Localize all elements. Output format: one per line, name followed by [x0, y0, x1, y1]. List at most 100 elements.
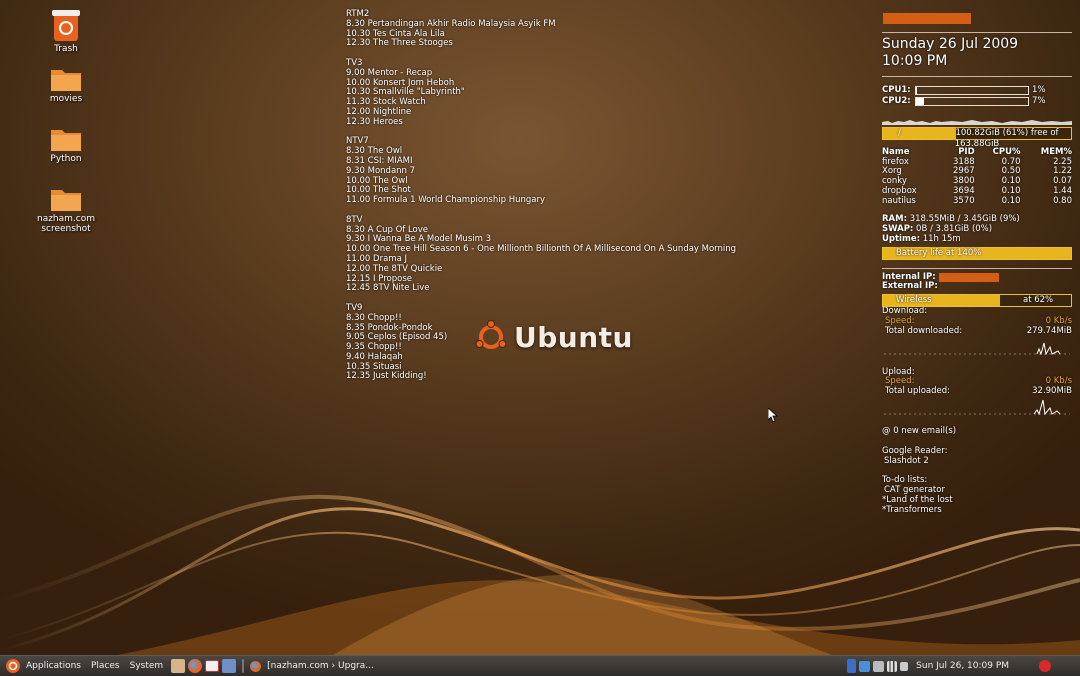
uptime-label: Uptime: — [882, 233, 920, 244]
uptime-row: Uptime: 11h 15m — [882, 233, 1072, 245]
mail-icon[interactable] — [205, 660, 220, 672]
total-uploaded-row: Total uploaded: 32.90MiB — [882, 386, 1072, 397]
battery-text: Battery life at 140% — [896, 247, 982, 258]
divider — [882, 76, 1072, 77]
desktop-icon-trash[interactable]: Trash — [11, 8, 121, 54]
proc-name: nautilus — [882, 195, 916, 206]
cpu1-percent: 1% — [1032, 84, 1046, 95]
desktop-icon-label: Python — [50, 154, 82, 164]
table-row: Xorg 2967 0.50 1.22 — [882, 167, 1072, 177]
desktop-icon-label: movies — [49, 94, 83, 104]
external-ip-label: External IP: — [882, 281, 938, 292]
process-table: Name PID CPU% MEM% firefox 3188 0.70 2.25 X… — [882, 147, 1072, 207]
circle-of-friends-icon — [475, 320, 507, 349]
tv-program: 9.40 Halaqah — [346, 351, 403, 362]
swap-value: 0B / 3.81GiB (0%) — [916, 224, 993, 235]
cpu1-meter-fill — [916, 87, 918, 94]
volume-icon[interactable] — [900, 661, 909, 671]
tv-channel-name: TV9 — [346, 302, 363, 313]
dropbox-icon[interactable] — [859, 660, 871, 672]
total-uploaded-label: Total uploaded: — [885, 386, 950, 397]
cpu1-row: CPU1: 1% — [882, 85, 1072, 96]
menu-system[interactable]: System — [125, 661, 169, 671]
email-count: @ 0 new email(s) — [882, 425, 957, 436]
table-row: nautilus 3570 0.10 0.80 — [882, 195, 1072, 207]
show-desktop-icon[interactable] — [171, 659, 186, 673]
battery-bar: Battery life at 140% — [882, 246, 1072, 260]
todo-item: *Transformers — [882, 504, 942, 515]
tv-program: 12.35 Just Kidding! — [346, 371, 427, 382]
cpu1-meter — [915, 86, 1029, 95]
mouse-cursor-icon — [768, 408, 778, 423]
disk-usage-text: / 100.82GiB (61%) free of 163.88GiB — [883, 128, 1071, 150]
ram-label: RAM: — [882, 214, 907, 225]
ubuntu-wordmark: Ubuntu — [514, 320, 633, 354]
signal-strength-icon[interactable] — [887, 660, 898, 672]
proc-cpu: 0.10 — [1001, 195, 1021, 206]
firefox-window-icon — [250, 660, 262, 672]
ram-value: 318.55MiB / 3.45GiB (9%) — [909, 214, 1020, 225]
uptime-value: 11h 15m — [922, 233, 961, 244]
folder-icon — [51, 70, 81, 91]
upload-graph — [884, 399, 1070, 415]
trash-icon — [52, 10, 80, 41]
cpu2-meter-fill — [916, 98, 924, 105]
folder-icon — [51, 190, 81, 211]
tv-program: 12.30 The Three Stooges — [346, 38, 453, 49]
cpu2-meter — [915, 97, 1029, 106]
conky-monitor: Sunday 26 Jul 2009 10:09 PM CPU1: 1% CPU… — [882, 8, 1072, 516]
swap-label: SWAP: — [882, 224, 914, 235]
cpu-graph — [882, 120, 1072, 125]
tv-channel-group: 8TV 8.30 A Cup Of Love 9.30 I Wanna Be A… — [346, 215, 746, 294]
network-icon[interactable] — [873, 660, 885, 672]
conky-time: 10:09 PM — [882, 53, 948, 69]
divider — [882, 267, 1072, 269]
tv-channel-group: TV3 9.00 Mentor - Recap 10.00 Konsert Jo… — [346, 58, 746, 128]
desktop-icon-label: nazham.com screenshot — [36, 214, 95, 234]
disk-free: 100.82GiB (61%) free of 163.88GiB — [954, 128, 1059, 149]
reader-item: Slashdot 2 — [884, 455, 929, 466]
tv-program: 12.00 Nightline — [346, 106, 412, 117]
folder-icon — [51, 130, 81, 151]
ubuntu-logo: Ubuntu — [474, 320, 633, 354]
total-downloaded-value: 279.74MiB — [1026, 325, 1072, 336]
conky-date: Sunday 26 Jul 2009 — [882, 36, 1019, 52]
tv-program: 12.30 Heroes — [346, 116, 403, 127]
rss-icon[interactable] — [222, 659, 237, 673]
proc-pid: 3570 — [953, 195, 975, 206]
desktop-icon-screenshot[interactable]: nazham.com screenshot — [11, 186, 121, 234]
menu-places[interactable]: Places — [86, 661, 125, 671]
taskbar-clock[interactable]: Sun Jul 26, 10:09 PM — [916, 661, 1009, 671]
total-downloaded-row: Total downloaded: 279.74MiB — [882, 325, 1072, 337]
internal-ip-redacted — [938, 273, 999, 282]
disk-mount: / — [898, 128, 901, 138]
tv-channel-name: NTV7 — [346, 136, 369, 147]
divider — [882, 32, 1072, 33]
tv-program: 11.00 Formula 1 World Championship Hunga… — [346, 195, 546, 206]
firefox-icon[interactable] — [188, 659, 203, 673]
tv-program: 12.45 8TV Nite Live — [346, 283, 430, 294]
cpu1-label: CPU1: — [882, 84, 911, 95]
total-downloaded-label: Total downloaded: — [885, 325, 963, 336]
total-uploaded-value: 32.90MiB — [1032, 386, 1072, 397]
taskbar-window-button[interactable]: [nazham.com › Upgra... — [267, 661, 847, 671]
bluetooth-icon[interactable] — [847, 659, 857, 673]
desktop-icon-movies[interactable]: movies — [11, 66, 121, 104]
download-graph — [884, 342, 1070, 355]
wireless-bar: Wireless at 62% — [882, 294, 1072, 308]
tv-channel-group: RTM2 8.30 Pertandingan Akhir Radio Malay… — [346, 9, 746, 49]
table-row: firefox 3188 0.70 2.25 — [882, 157, 1072, 168]
desktop-icon-python[interactable]: Python — [11, 126, 121, 164]
menu-applications[interactable]: Applications — [21, 661, 86, 671]
cpu2-label: CPU2: — [882, 95, 911, 106]
hostname-redacted — [883, 13, 971, 24]
wireless-label: Wireless — [896, 295, 932, 306]
proc-mem: 0.80 — [1053, 195, 1072, 206]
desktop-icon-label: Trash — [54, 44, 78, 54]
ubuntu-menu-icon[interactable] — [5, 658, 21, 674]
disk-usage-bar: / 100.82GiB (61%) free of 163.88GiB — [882, 127, 1072, 149]
window-list-separator-icon — [242, 659, 245, 673]
power-icon[interactable] — [1039, 660, 1052, 672]
email-status: @ 0 new email(s) — [882, 425, 1072, 437]
tv-channel-group: NTV7 8.30 The Owl 8.31 CSI: MIAMI 9.30 M… — [346, 137, 746, 206]
